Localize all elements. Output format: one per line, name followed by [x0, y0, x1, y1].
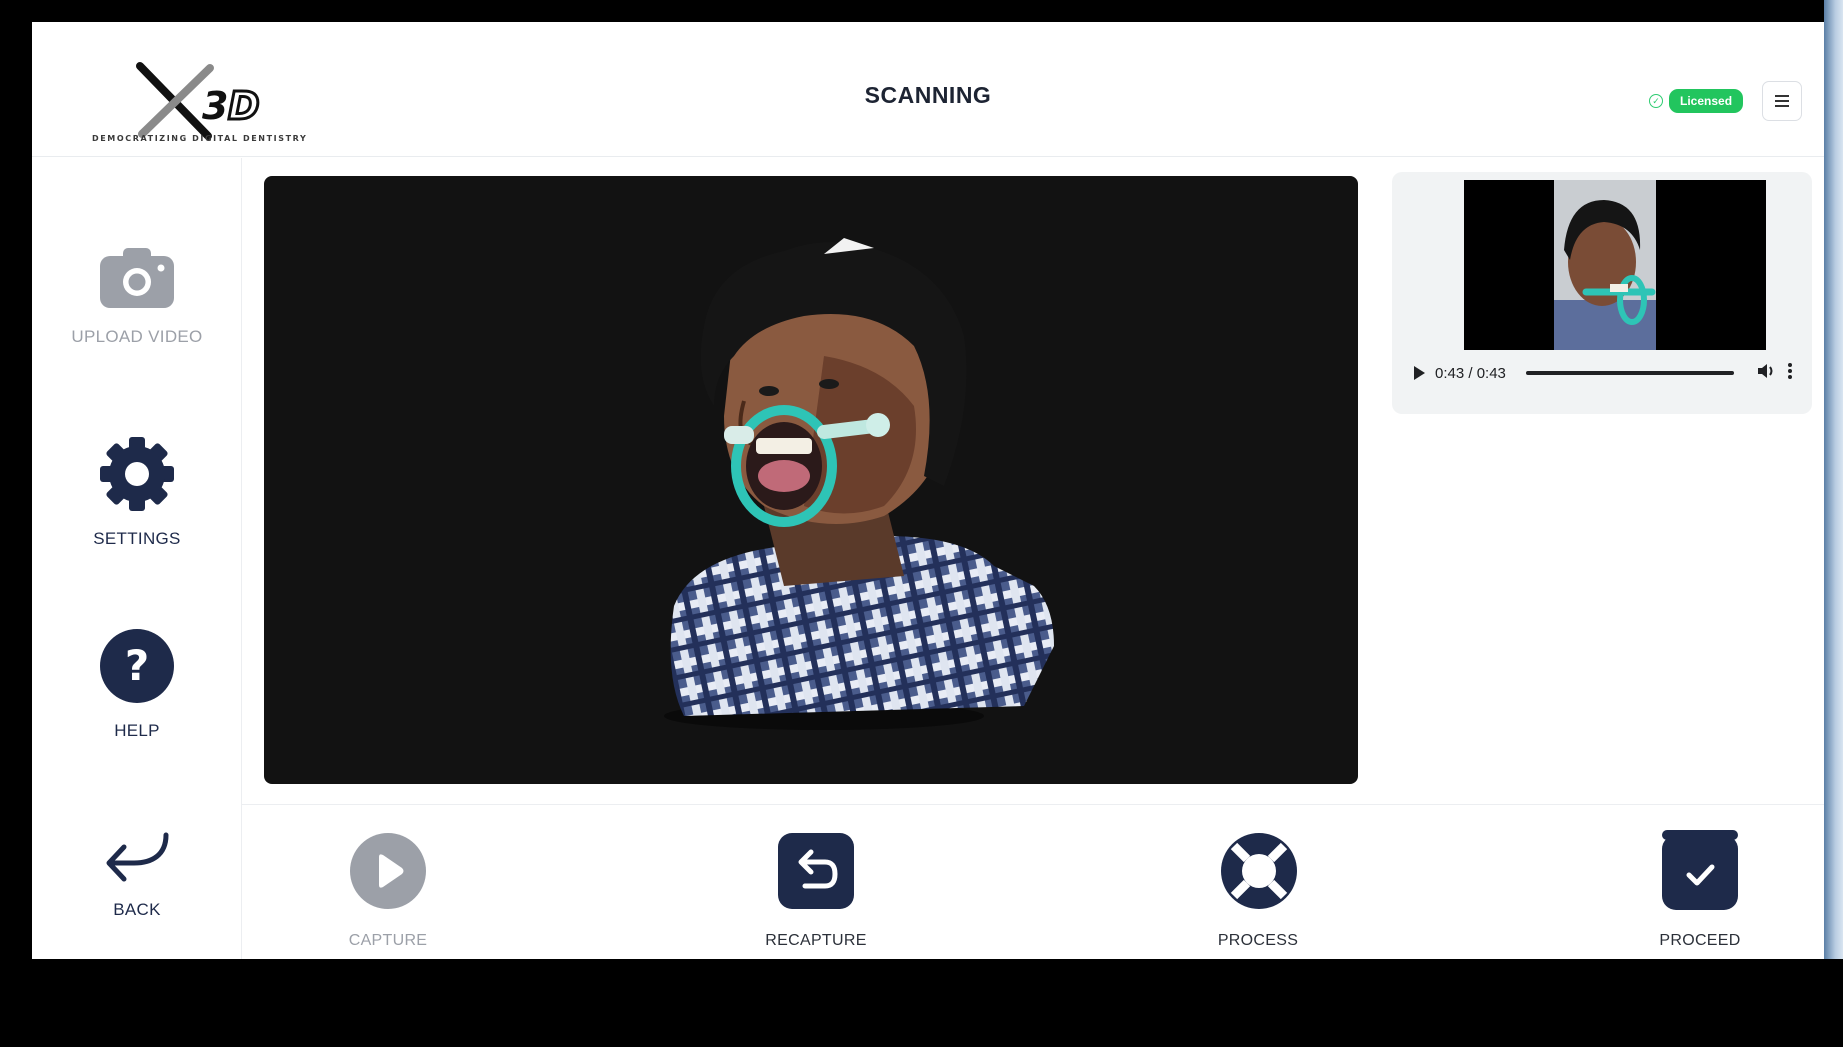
video-time: 0:43 / 0:43 — [1435, 364, 1506, 382]
sidebar-item-label: HELP — [114, 721, 160, 740]
screen-edge — [1824, 0, 1843, 960]
sidebar-item-settings[interactable]: SETTINGS — [32, 436, 242, 549]
seek-bar[interactable] — [1525, 371, 1734, 375]
recapture-label: RECAPTURE — [765, 932, 867, 949]
sidebar-item-back[interactable]: BACK — [32, 831, 242, 920]
header: 3 D DEMOCRATIZING DIGITAL DENTISTRY SCAN… — [32, 22, 1824, 157]
volume-icon[interactable] — [1756, 362, 1776, 384]
sidebar-item-label: UPLOAD VIDEO — [71, 327, 203, 346]
play-icon[interactable] — [1414, 366, 1425, 380]
scanned-head-model — [664, 238, 1054, 730]
sidebar-item-label: SETTINGS — [93, 529, 181, 548]
back-arrow-icon — [104, 831, 170, 888]
app-window: 3 D DEMOCRATIZING DIGITAL DENTISTRY SCAN… — [32, 22, 1824, 959]
screen-bottom-bar — [0, 959, 1843, 1047]
video-preview[interactable] — [1464, 180, 1766, 350]
more-options-icon[interactable] — [1786, 362, 1794, 384]
page-title: SCANNING — [864, 82, 992, 108]
help-icon: ? — [99, 628, 175, 709]
capture-label: CAPTURE — [348, 932, 428, 949]
camera-icon — [98, 246, 176, 315]
3d-model-viewer[interactable] — [264, 176, 1358, 784]
license-status: ✓ Licensed — [1649, 89, 1744, 113]
action-toolbar: CAPTURE RECAPTURE PROCESS PROCEED — [242, 804, 1824, 959]
sidebar: UPLOAD VIDEO SETTINGS ? HELP BACK — [32, 158, 242, 959]
video-thumbnail — [1464, 180, 1766, 350]
check-icon — [1661, 829, 1739, 916]
video-controls: 0:43 / 0:43 — [1414, 360, 1794, 386]
license-badge: Licensed — [1669, 89, 1744, 113]
sidebar-item-label: BACK — [113, 900, 161, 919]
menu-button[interactable] — [1762, 81, 1802, 121]
video-player: 0:43 / 0:43 — [1392, 172, 1812, 414]
lifebuoy-icon — [1220, 832, 1298, 915]
play-circle-icon — [350, 833, 426, 914]
logo-tagline: DEMOCRATIZING DIGITAL DENTISTRY — [92, 134, 308, 143]
svg-text:?: ? — [125, 641, 149, 690]
proceed-label: PROCEED — [1659, 932, 1741, 949]
gear-icon — [99, 436, 175, 517]
hamburger-menu-icon — [1775, 95, 1789, 97]
sidebar-item-help[interactable]: ? HELP — [32, 628, 242, 741]
check-circle-icon: ✓ — [1649, 94, 1663, 108]
undo-icon — [777, 832, 855, 915]
sidebar-item-upload-video[interactable]: UPLOAD VIDEO — [32, 246, 242, 347]
process-label: PROCESS — [1217, 932, 1299, 949]
